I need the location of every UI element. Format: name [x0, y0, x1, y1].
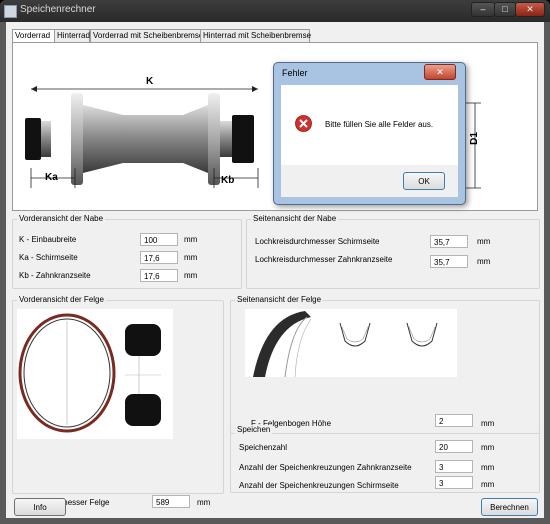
rim-inner-input[interactable]: 589: [152, 495, 190, 508]
dialog-ok-button[interactable]: OK: [403, 172, 445, 190]
app-icon: [4, 5, 17, 18]
pcd-right-unit: mm: [477, 257, 491, 266]
k-unit: mm: [184, 235, 198, 244]
ka-unit: mm: [184, 253, 198, 262]
ka-label: Ka - Schirmseite: [19, 253, 78, 262]
dialog-footer: OK: [281, 165, 458, 197]
ka-input[interactable]: 17,6: [140, 251, 178, 264]
dialog-title: Fehler: [282, 68, 308, 78]
spoke-count-label: Speichenzahl: [239, 443, 288, 452]
group-hub-front-title: Vorderansicht der Nabe: [17, 214, 106, 223]
label-d1: D1: [468, 132, 480, 145]
dialog-message: Bitte füllen Sie alle Felder aus.: [325, 120, 434, 129]
rim-inner-unit: mm: [197, 498, 211, 507]
group-hub-front: Vorderansicht der Nabe K - Einbaubreite …: [12, 214, 242, 289]
group-hub-side-title: Seitenansicht der Nabe: [251, 214, 339, 223]
rim-height-input[interactable]: 2: [435, 414, 473, 427]
label-k: K: [146, 76, 154, 87]
label-ka: Ka: [45, 172, 58, 183]
tab-vorderrad-scheibenbremse[interactable]: Vorderrad mit Scheibenbremse: [90, 29, 203, 43]
label-kb: Kb: [221, 175, 235, 186]
spoke-count-unit: mm: [481, 443, 495, 452]
group-spokes-title: Speichen: [235, 425, 273, 434]
group-rim-front: Vorderansicht der Felge Innendurchmesser…: [12, 295, 224, 508]
cross-right-input[interactable]: 3: [435, 460, 473, 473]
spoke-count-input[interactable]: 20: [435, 440, 473, 453]
cross-left-unit: mm: [481, 480, 495, 489]
dialog-close-button[interactable]: ✕: [424, 64, 456, 80]
pcd-right-label: Lochkreisdurchmesser Zahnkranzseite: [255, 255, 393, 264]
group-rim-front-title: Vorderansicht der Felge: [17, 295, 106, 304]
maximize-button[interactable]: □: [494, 2, 516, 17]
cross-left-label: Anzahl der Speichenkreuzungen Schirmseit…: [239, 481, 399, 490]
rim-side-diagram: [245, 309, 457, 377]
error-icon: [295, 115, 312, 132]
tab-hinterrad-scheibenbremse[interactable]: Hinterrad mit Scheibenbremse: [200, 29, 311, 43]
k-label: K - Einbaubreite: [19, 235, 77, 244]
pcd-left-label: Lochkreisdurchmesser Schirmseite: [255, 237, 380, 246]
cross-right-label: Anzahl der Speichenkreuzungen Zahnkranzs…: [239, 463, 412, 472]
minimize-button[interactable]: –: [471, 2, 495, 17]
cross-left-input[interactable]: 3: [435, 476, 473, 489]
k-input[interactable]: 100: [140, 233, 178, 246]
kb-unit: mm: [184, 271, 198, 280]
dialog-body: Bitte füllen Sie alle Felder aus.: [281, 85, 458, 165]
cross-right-unit: mm: [481, 463, 495, 472]
group-spokes: Speichen Speichenzahl 20 mm Anzahl der S…: [230, 425, 540, 493]
group-rim-side: Seitenansicht der Felge F - Felgenbogen …: [230, 295, 540, 434]
info-button[interactable]: Info: [14, 498, 66, 516]
window-title: Speichenrechner: [20, 4, 96, 15]
rim-front-diagram: [17, 309, 173, 439]
client-area: Vorderrad Hinterrad Vorderrad mit Scheib…: [6, 22, 544, 518]
app-window: Speichenrechner – □ ✕ Vorderrad Hinterra…: [0, 0, 550, 524]
pcd-right-input[interactable]: 35,7: [430, 255, 468, 268]
calculate-button[interactable]: Berechnen: [481, 498, 538, 516]
group-rim-side-title: Seitenansicht der Felge: [235, 295, 324, 304]
kb-input[interactable]: 17,6: [140, 269, 178, 282]
group-hub-side: Seitenansicht der Nabe Lochkreisdurchmes…: [246, 214, 540, 289]
pcd-left-input[interactable]: 35,7: [430, 235, 468, 248]
error-dialog: Fehler ✕ Bitte füllen Sie alle Felder au…: [273, 62, 466, 205]
close-button[interactable]: ✕: [515, 2, 545, 17]
pcd-left-unit: mm: [477, 237, 491, 246]
title-bar[interactable]: Speichenrechner – □ ✕: [0, 0, 550, 22]
kb-label: Kb - Zahnkranzseite: [19, 271, 91, 280]
tab-hinterrad[interactable]: Hinterrad: [54, 29, 90, 43]
